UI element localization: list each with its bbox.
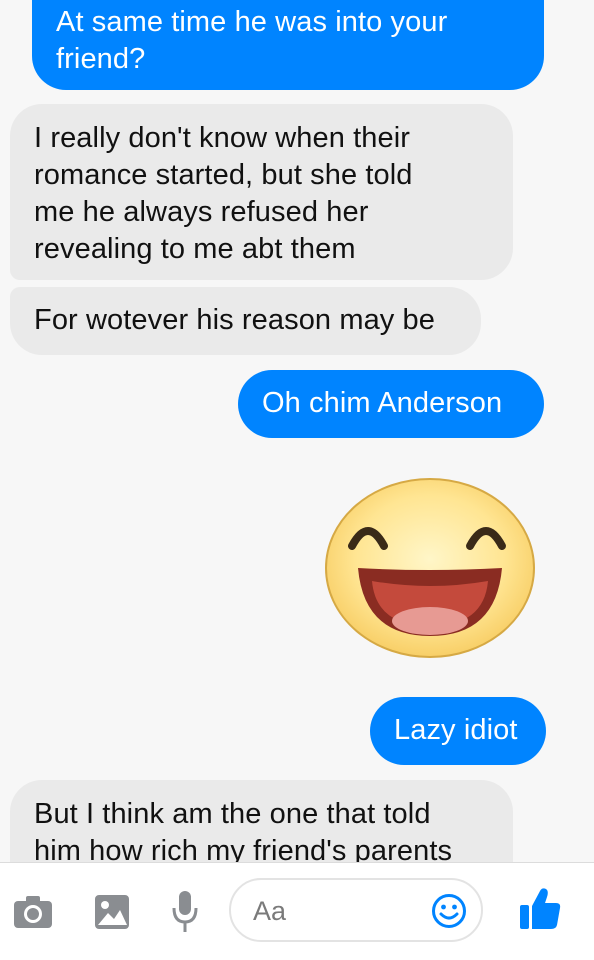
message-thread: At same time he was into your friend? I … — [0, 0, 594, 862]
outgoing-message[interactable]: At same time he was into your friend? — [32, 0, 544, 90]
incoming-message[interactable]: I really don't know when their romance s… — [10, 104, 513, 280]
outgoing-message[interactable]: Oh chim Anderson — [238, 370, 544, 438]
outgoing-message[interactable]: Lazy idiot — [370, 697, 546, 765]
camera-icon[interactable] — [13, 895, 53, 929]
composer-bar: Aa — [0, 862, 594, 960]
laughing-face-sticker[interactable] — [324, 476, 536, 658]
thumbs-up-icon[interactable] — [519, 887, 561, 931]
microphone-icon[interactable] — [171, 890, 199, 934]
message-input[interactable]: Aa — [229, 878, 483, 942]
incoming-message[interactable]: For wotever his reason may be — [10, 287, 481, 355]
emoji-icon[interactable] — [431, 893, 467, 929]
image-icon[interactable] — [94, 894, 130, 930]
message-input-placeholder: Aa — [253, 896, 287, 926]
incoming-message[interactable]: But I think am the one that told him how… — [10, 780, 513, 862]
